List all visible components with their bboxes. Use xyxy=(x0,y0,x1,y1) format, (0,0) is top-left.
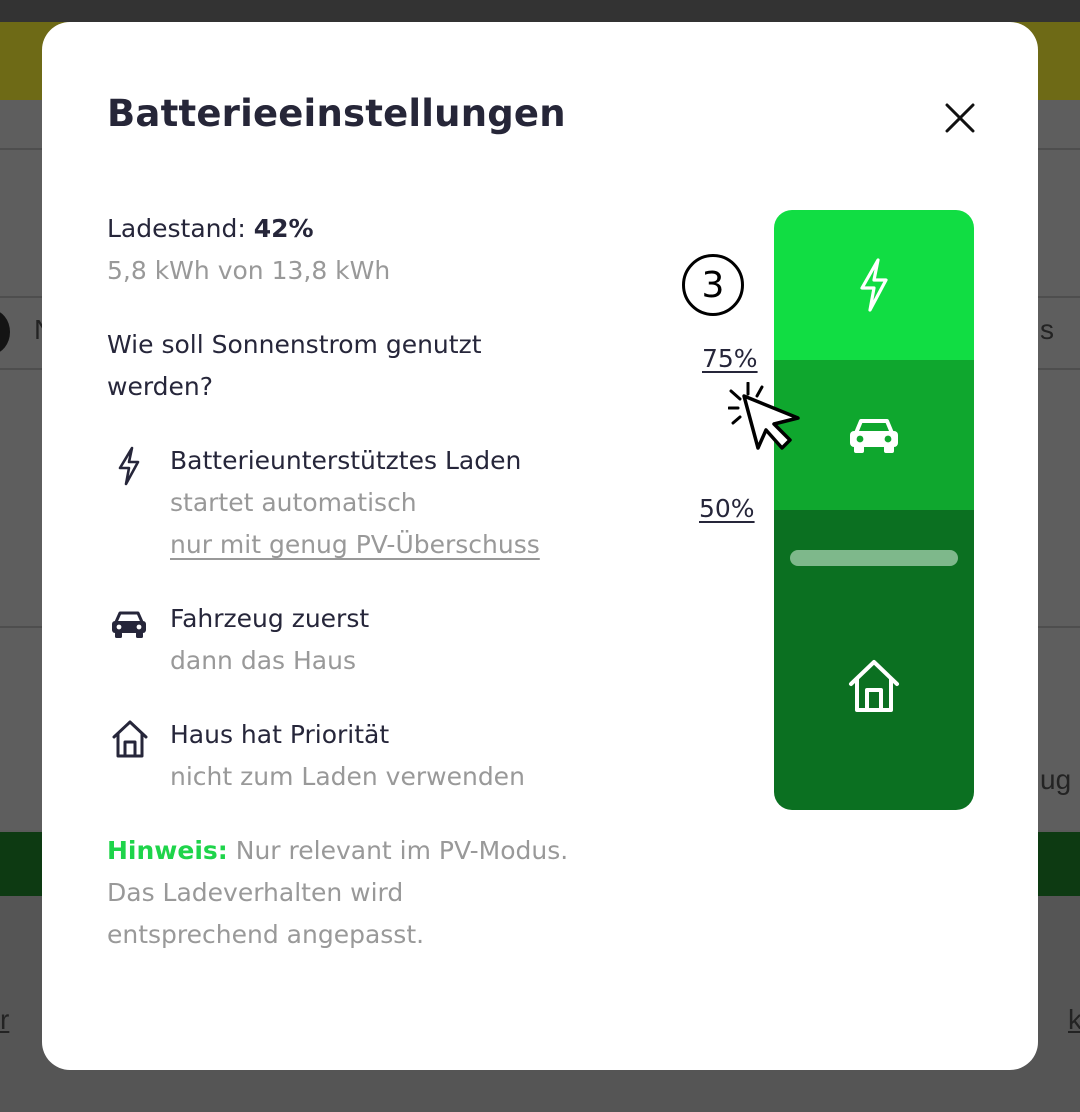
threshold-50-label[interactable]: 50% xyxy=(699,494,755,523)
hint: Hinweis: Nur relevant im PV-Modus. xyxy=(107,836,568,865)
option-vehicle-first-sub: dann das Haus xyxy=(170,646,356,675)
option-battery-supported-sub: startet automatisch xyxy=(170,488,417,517)
car-icon xyxy=(108,608,150,640)
battery-zone-slider[interactable] xyxy=(774,210,974,810)
option-vehicle-first-title: Fahrzeug zuerst xyxy=(170,604,370,633)
dialog-title: Batterieeinstellungen xyxy=(107,92,566,135)
background-top-bar xyxy=(0,0,1080,22)
hint-label: Hinweis: xyxy=(107,836,228,865)
hint-text-cont: Das Ladeverhalten wird xyxy=(107,878,404,907)
option-battery-supported-title: Batterieunterstütztes Laden xyxy=(170,446,522,475)
close-icon xyxy=(945,103,975,133)
background-text: s xyxy=(1040,314,1054,345)
charge-level-indicator xyxy=(790,550,958,566)
usage-question-cont: werden? xyxy=(107,372,214,401)
pv-surplus-link[interactable]: nur mit genug PV-Überschuss xyxy=(170,530,540,559)
background-link[interactable]: r xyxy=(0,1004,9,1036)
usage-question: Wie soll Sonnenstrom genutzt xyxy=(107,330,482,359)
battery-settings-dialog: Batterieeinstellungen Ladestand: 42% 5,8… xyxy=(42,22,1038,1070)
lightning-icon xyxy=(860,258,888,312)
option-house-priority-sub: nicht zum Laden verwenden xyxy=(170,762,525,791)
background-link[interactable]: k xyxy=(1068,1004,1080,1036)
house-icon xyxy=(110,718,150,760)
step-number-badge: 3 xyxy=(682,254,744,316)
zone-battery-supported[interactable] xyxy=(774,210,974,360)
option-house-priority-title: Haus hat Priorität xyxy=(170,720,390,749)
hint-text-cont: entsprechend angepasst. xyxy=(107,920,425,949)
close-button[interactable] xyxy=(932,90,988,146)
charge-label: Ladestand: xyxy=(107,214,246,243)
car-icon xyxy=(850,419,898,453)
charge-state: Ladestand: 42% xyxy=(107,214,314,243)
pointer-click-icon xyxy=(728,382,800,450)
house-icon xyxy=(849,660,899,712)
charge-energy: 5,8 kWh von 13,8 kWh xyxy=(107,256,391,285)
lightning-icon xyxy=(114,446,144,486)
threshold-75-label[interactable]: 75% xyxy=(702,344,758,373)
hint-text: Nur relevant im PV-Modus. xyxy=(235,836,569,865)
background-text: ug xyxy=(1040,764,1072,795)
charge-value: 42% xyxy=(253,214,314,243)
